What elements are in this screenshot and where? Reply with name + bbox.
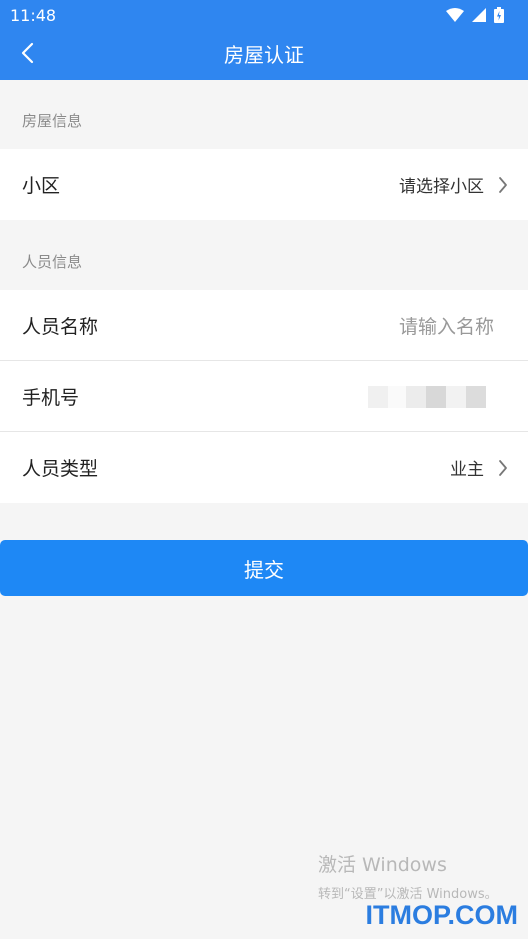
chevron-right-icon (498, 176, 508, 194)
section-header-house-info: 房屋信息 (22, 112, 83, 130)
chevron-right-icon (498, 459, 508, 477)
person-name-label: 人员名称 (22, 316, 99, 338)
person-name-input[interactable]: 请输入名称 (399, 312, 494, 339)
phone-label: 手机号 (22, 387, 80, 409)
site-watermark: ITMOP.COM (365, 900, 518, 930)
windows-activation-watermark: 激活 Windows 转到“设置”以激活 Windows。 (318, 850, 498, 902)
phone-row[interactable]: 手机号 (0, 361, 528, 432)
section-header-person-info: 人员信息 (22, 253, 83, 271)
community-value-wrap: 请选择小区 (399, 172, 508, 197)
status-bar: 11:48 (0, 0, 528, 30)
community-selector[interactable]: 小区 请选择小区 (0, 149, 528, 220)
submit-button[interactable]: 提交 (0, 540, 528, 596)
page-title: 房屋认证 (224, 43, 304, 67)
title-bar: 房屋认证 (0, 30, 528, 80)
person-type-value-wrap: 业主 (450, 455, 508, 480)
person-type-selector[interactable]: 人员类型 业主 (0, 432, 528, 503)
community-value: 请选择小区 (399, 177, 484, 197)
community-label: 小区 (22, 175, 61, 197)
status-icons (446, 7, 504, 23)
back-button[interactable] (12, 40, 42, 70)
activation-title: 激活 Windows (318, 854, 447, 876)
battery-icon (494, 7, 504, 23)
status-time: 11:48 (10, 5, 57, 25)
person-type-value: 业主 (450, 460, 484, 480)
signal-icon (472, 8, 486, 22)
person-type-label: 人员类型 (22, 458, 99, 480)
wifi-icon (446, 8, 464, 22)
phone-value-redacted (368, 385, 486, 408)
chevron-left-icon (20, 42, 34, 68)
person-name-row[interactable]: 人员名称 请输入名称 (0, 290, 528, 361)
